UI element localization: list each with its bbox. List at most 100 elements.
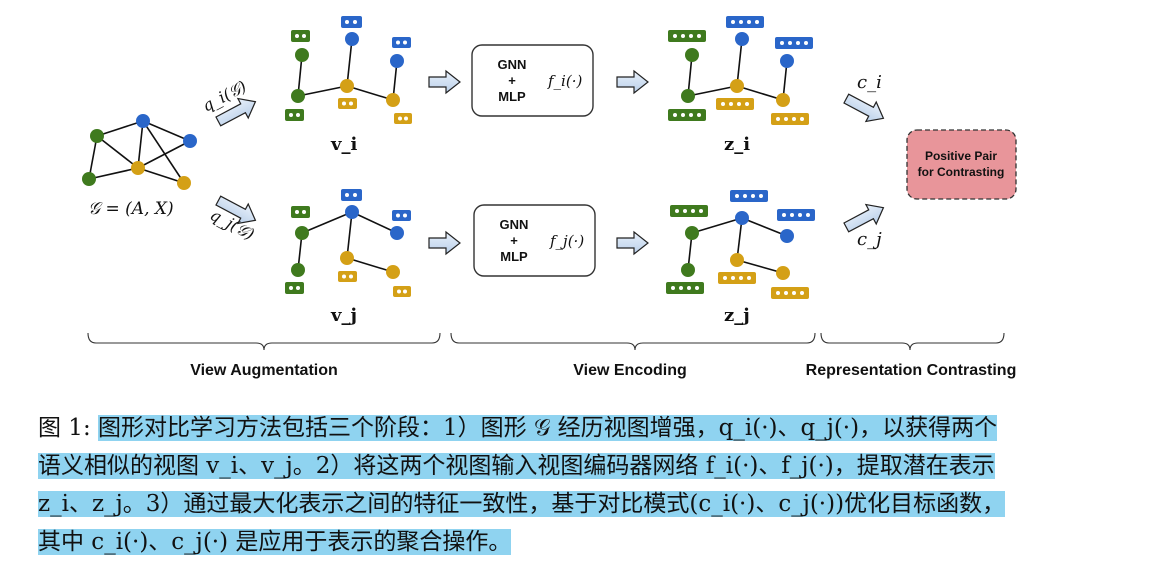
feature-chip-blue [341, 189, 362, 201]
node-green [291, 263, 305, 277]
view-graph-bottom: v_j [285, 189, 411, 326]
feature-chip-gold [338, 98, 357, 109]
caption-line-1: 图 1: 图形对比学习方法包括三个阶段：1）图形 𝒢 经历视图增强，q_i(·)… [38, 409, 1118, 447]
encoder-line3: MLP [500, 249, 528, 264]
contrast-arrow-top [843, 93, 885, 123]
input-graph: 𝒢 = (A, X) [82, 114, 197, 219]
caption-text: 图形对比学习方法包括三个阶段：1）图形 𝒢 经历视图增强，q_i(·)、q_j(… [98, 415, 998, 441]
feature-chip-blue [392, 210, 411, 221]
positive-pair-line2: for Contrasting [918, 165, 1005, 179]
input-node-green-2 [82, 172, 96, 186]
embedding-chip-green [670, 205, 708, 217]
node-blue [345, 205, 359, 219]
encoder-line1: GNN [500, 217, 529, 232]
input-graph-label: 𝒢 = (A, X) [88, 199, 174, 219]
pipeline-diagram: 𝒢 = (A, X) q_i(𝒢) q_j(𝒢) v_i v_j GNN + M… [82, 16, 1017, 379]
view-graph-top: v_i [285, 16, 412, 155]
node-green [681, 89, 695, 103]
arrow-from-encoder-bottom [616, 230, 649, 256]
encoder-line3: MLP [498, 89, 526, 104]
caption-line-3: z_i、z_j。3）通过最大化表示之间的特征一致性，基于对比模式(c_i(·)、… [38, 485, 1118, 523]
encoder-line2: + [510, 233, 518, 248]
positive-pair-line1: Positive Pair [925, 149, 997, 163]
node-gold [386, 93, 400, 107]
arrow-to-encoder-top [428, 69, 461, 95]
node-green [685, 226, 699, 240]
node-green [681, 263, 695, 277]
stage-brace-encoding [450, 332, 816, 351]
figure-caption: 图 1: 图形对比学习方法包括三个阶段：1）图形 𝒢 经历视图增强，q_i(·)… [38, 409, 1118, 561]
embedding-chip-blue [777, 209, 815, 221]
embedding-chip-green [668, 30, 706, 42]
arrow-to-encoder-bottom [428, 230, 461, 256]
embedding-chip-gold [771, 113, 809, 125]
z-label-bottom: z_j [724, 305, 750, 326]
feature-chip-green [285, 282, 304, 294]
contrast-label-bottom: c_j [857, 229, 882, 250]
encoder-box-bottom: GNN + MLP f_j(·) [473, 204, 596, 277]
node-blue [780, 54, 794, 68]
caption-text: 语义相似的视图 v_i、v_j。2）将这两个视图输入视图编码器网络 f_i(·)… [38, 453, 995, 479]
node-blue [390, 54, 404, 68]
feature-chip-blue [392, 37, 411, 48]
encoder-func: f_i(·) [547, 72, 582, 90]
z-label-top: z_i [724, 134, 750, 155]
encoder-line2: + [508, 73, 516, 88]
encoded-graph-top: z_i [668, 16, 813, 155]
node-gold [340, 251, 354, 265]
caption-line-2: 语义相似的视图 v_i、v_j。2）将这两个视图输入视图编码器网络 f_i(·)… [38, 447, 1118, 485]
input-node-blue-1 [136, 114, 150, 128]
view-label-top: v_i [330, 134, 357, 155]
node-green [291, 89, 305, 103]
feature-chip-gold [394, 113, 412, 124]
node-blue [780, 229, 794, 243]
node-blue [735, 211, 749, 225]
feature-chip-green [291, 30, 310, 42]
caption-text: 其中 c_i(·)、c_j(·) 是应用于表示的聚合操作。 [38, 529, 512, 555]
stage-brace-contrasting [820, 332, 1005, 351]
embedding-chip-green [666, 282, 704, 294]
input-node-gold-1 [131, 161, 145, 175]
node-blue [345, 32, 359, 46]
node-gold [776, 93, 790, 107]
node-green [295, 226, 309, 240]
node-blue [735, 32, 749, 46]
node-gold [340, 79, 354, 93]
stage-brace-augmentation [87, 332, 441, 351]
embedding-chip-gold [771, 287, 809, 299]
stage-label-encoding: View Encoding [573, 362, 687, 379]
caption-prefix: 图 1: [38, 415, 91, 441]
node-gold [386, 265, 400, 279]
node-green [295, 48, 309, 62]
embedding-chip-gold [716, 98, 754, 110]
encoded-graph-bottom: z_j [666, 190, 815, 326]
arrow-from-encoder-top [616, 69, 649, 95]
input-node-green-1 [90, 129, 104, 143]
feature-chip-blue [341, 16, 362, 28]
stage-label-augmentation: View Augmentation [190, 362, 338, 379]
caption-text: z_i、z_j。3）通过最大化表示之间的特征一致性，基于对比模式(c_i(·)、… [38, 491, 1006, 517]
node-gold [730, 79, 744, 93]
input-node-blue-2 [183, 134, 197, 148]
node-green [685, 48, 699, 62]
feature-chip-green [285, 109, 304, 121]
embedding-chip-blue [726, 16, 764, 28]
stage-label-contrasting: Representation Contrasting [806, 362, 1017, 379]
embedding-chip-green [668, 109, 706, 121]
feature-chip-gold [393, 286, 411, 297]
embedding-chip-blue [775, 37, 813, 49]
input-node-gold-2 [177, 176, 191, 190]
node-blue [390, 226, 404, 240]
encoder-line1: GNN [498, 57, 527, 72]
encoder-func: f_j(·) [549, 232, 584, 250]
embedding-chip-blue [730, 190, 768, 202]
node-gold [730, 253, 744, 267]
contrast-label-top: c_i [857, 72, 882, 93]
view-label-bottom: v_j [330, 305, 357, 326]
feature-chip-gold [338, 271, 357, 282]
positive-pair-box: Positive Pair for Contrasting [906, 129, 1017, 200]
feature-chip-green [291, 206, 310, 218]
caption-line-4: 其中 c_i(·)、c_j(·) 是应用于表示的聚合操作。 [38, 523, 1118, 561]
node-gold [776, 266, 790, 280]
encoder-box-top: GNN + MLP f_i(·) [471, 44, 594, 117]
